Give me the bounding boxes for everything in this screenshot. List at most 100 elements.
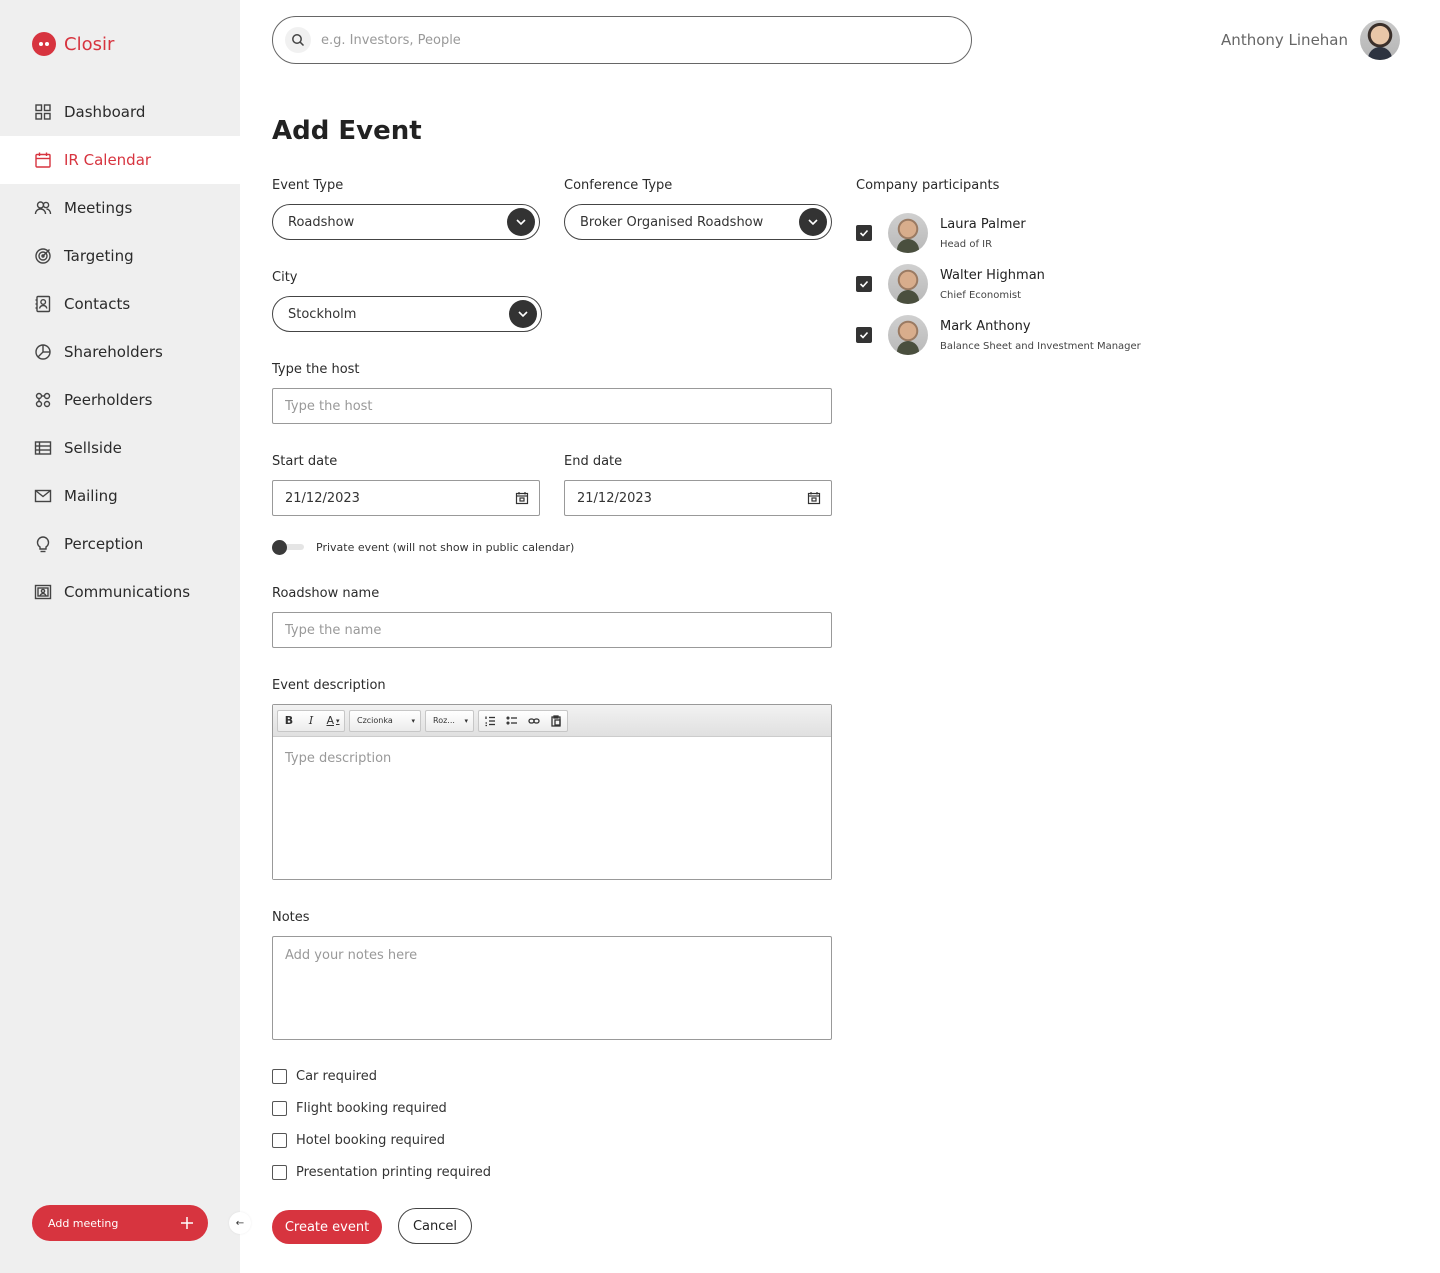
start-date-field[interactable]: 21/12/2023: [272, 480, 540, 516]
calendar-icon: [35, 152, 51, 168]
sidebar-item-ir-calendar[interactable]: IR Calendar: [0, 136, 240, 184]
cancel-button[interactable]: Cancel: [398, 1208, 472, 1244]
mail-icon: [34, 489, 52, 503]
ordered-list-button[interactable]: [479, 711, 501, 731]
end-date-value: 21/12/2023: [577, 490, 652, 506]
sidebar-item-label: Sellside: [64, 439, 122, 457]
sidebar-item-label: Shareholders: [64, 343, 163, 361]
checkbox-label: Car required: [296, 1069, 377, 1084]
checkbox-label: Flight booking required: [296, 1101, 447, 1116]
sidebar-item-label: Meetings: [64, 199, 133, 217]
start-date-value: 21/12/2023: [285, 490, 360, 506]
end-date-field[interactable]: 21/12/2023: [564, 480, 832, 516]
sidebar-item-label: Targeting: [64, 247, 134, 265]
participant-item: Walter Highman Chief Economist: [856, 264, 1156, 306]
hotel-booking-checkbox[interactable]: Hotel booking required: [272, 1133, 445, 1148]
paste-button[interactable]: [545, 711, 567, 731]
roadshow-name-label: Roadshow name: [272, 586, 380, 601]
sidebar-item-shareholders[interactable]: Shareholders: [0, 328, 240, 376]
sidebar-item-perception[interactable]: Perception: [0, 520, 240, 568]
arrow-left-icon: ←: [235, 1217, 245, 1229]
presentation-printing-checkbox[interactable]: Presentation printing required: [272, 1165, 491, 1180]
checkbox-box[interactable]: [272, 1069, 287, 1084]
participant-role: Balance Sheet and Investment Manager: [940, 341, 1141, 352]
checkmark-icon: [859, 229, 869, 237]
font-color-button[interactable]: A ▾: [322, 711, 344, 731]
participant-checkbox[interactable]: [856, 276, 872, 292]
sidebar-item-peerholders[interactable]: Peerholders: [0, 376, 240, 424]
add-meeting-button[interactable]: Add meeting: [32, 1205, 208, 1241]
search-icon: [285, 27, 311, 53]
participant-role: Head of IR: [940, 239, 993, 250]
sidebar-item-sellside[interactable]: Sellside: [0, 424, 240, 472]
event-type-select[interactable]: Roadshow: [272, 204, 540, 240]
sidebar-item-label: Communications: [64, 583, 191, 601]
avatar: [888, 264, 928, 304]
create-event-button[interactable]: Create event: [272, 1210, 382, 1244]
clipboard-icon: [551, 714, 561, 727]
collapse-sidebar-button[interactable]: ←: [229, 1212, 251, 1234]
roadshow-name-input[interactable]: [272, 612, 832, 648]
sidebar-item-targeting[interactable]: Targeting: [0, 232, 240, 280]
link-button[interactable]: [523, 711, 545, 731]
sidebar-item-label: Contacts: [64, 295, 131, 313]
sidebar-item-mailing[interactable]: Mailing: [0, 472, 240, 520]
user-avatar[interactable]: [1360, 20, 1400, 60]
table-icon: [34, 441, 52, 455]
chevron-down-icon: [507, 208, 535, 236]
sidebar-item-meetings[interactable]: Meetings: [0, 184, 240, 232]
calendar-icon[interactable]: [807, 491, 821, 505]
bullet-list-button[interactable]: [501, 711, 523, 731]
checkbox-box[interactable]: [272, 1133, 287, 1148]
calendar-icon[interactable]: [515, 491, 529, 505]
font-size-combo[interactable]: Roz... ▾: [425, 709, 474, 732]
participant-name: Mark Anthony: [940, 319, 1031, 334]
font-family-combo[interactable]: Czcionka ▾: [349, 709, 421, 732]
city-select[interactable]: Stockholm: [272, 296, 542, 332]
conference-type-select[interactable]: Broker Organised Roadshow: [564, 204, 832, 240]
format-group: B I A ▾: [277, 709, 345, 732]
description-textarea[interactable]: [273, 737, 831, 879]
city-value: Stockholm: [288, 306, 357, 322]
checkbox-label: Presentation printing required: [296, 1165, 492, 1180]
city-label: City: [272, 270, 298, 285]
brand[interactable]: Closir: [32, 32, 114, 56]
description-editor: B I A ▾ Czcionka ▾ Roz... ▾: [272, 704, 832, 880]
checkbox-box[interactable]: [272, 1101, 287, 1116]
host-label: Type the host: [272, 362, 360, 377]
search-bar[interactable]: [272, 16, 972, 64]
network-icon: [35, 392, 51, 408]
user-menu[interactable]: Anthony Linehan: [1221, 20, 1400, 60]
search-input[interactable]: [321, 32, 921, 48]
sidebar-item-communications[interactable]: Communications: [0, 568, 240, 616]
link-icon: [528, 717, 540, 724]
notes-textarea[interactable]: [272, 936, 832, 1040]
private-event-toggle[interactable]: [272, 540, 304, 555]
sidebar-item-label: Peerholders: [64, 391, 153, 409]
contact-card-icon: [35, 295, 51, 313]
car-required-checkbox[interactable]: Car required: [272, 1069, 377, 1084]
font-size-label: Roz...: [433, 716, 455, 725]
flight-booking-checkbox[interactable]: Flight booking required: [272, 1101, 447, 1116]
sidebar-item-dashboard[interactable]: Dashboard: [0, 88, 240, 136]
lightbulb-icon: [36, 536, 50, 553]
participant-name: Laura Palmer: [940, 217, 1026, 232]
event-description-label: Event description: [272, 678, 386, 693]
sidebar-item-label: Perception: [64, 535, 144, 553]
checkbox-box[interactable]: [272, 1165, 287, 1180]
bold-button[interactable]: B: [278, 711, 300, 731]
participant-checkbox[interactable]: [856, 327, 872, 343]
participant-name: Walter Highman: [940, 268, 1045, 283]
grid-icon: [35, 104, 51, 120]
pie-chart-icon: [35, 344, 51, 360]
participant-checkbox[interactable]: [856, 225, 872, 241]
private-event-label: Private event (will not show in public c…: [316, 540, 575, 554]
sidebar-item-contacts[interactable]: Contacts: [0, 280, 240, 328]
conference-type-label: Conference Type: [564, 178, 673, 193]
host-input[interactable]: [272, 388, 832, 424]
private-event-row: Private event (will not show in public c…: [272, 540, 575, 555]
event-type-value: Roadshow: [288, 214, 355, 230]
bullet-list-icon: [506, 715, 517, 725]
italic-button[interactable]: I: [300, 711, 322, 731]
sidebar-item-label: IR Calendar: [64, 151, 152, 169]
